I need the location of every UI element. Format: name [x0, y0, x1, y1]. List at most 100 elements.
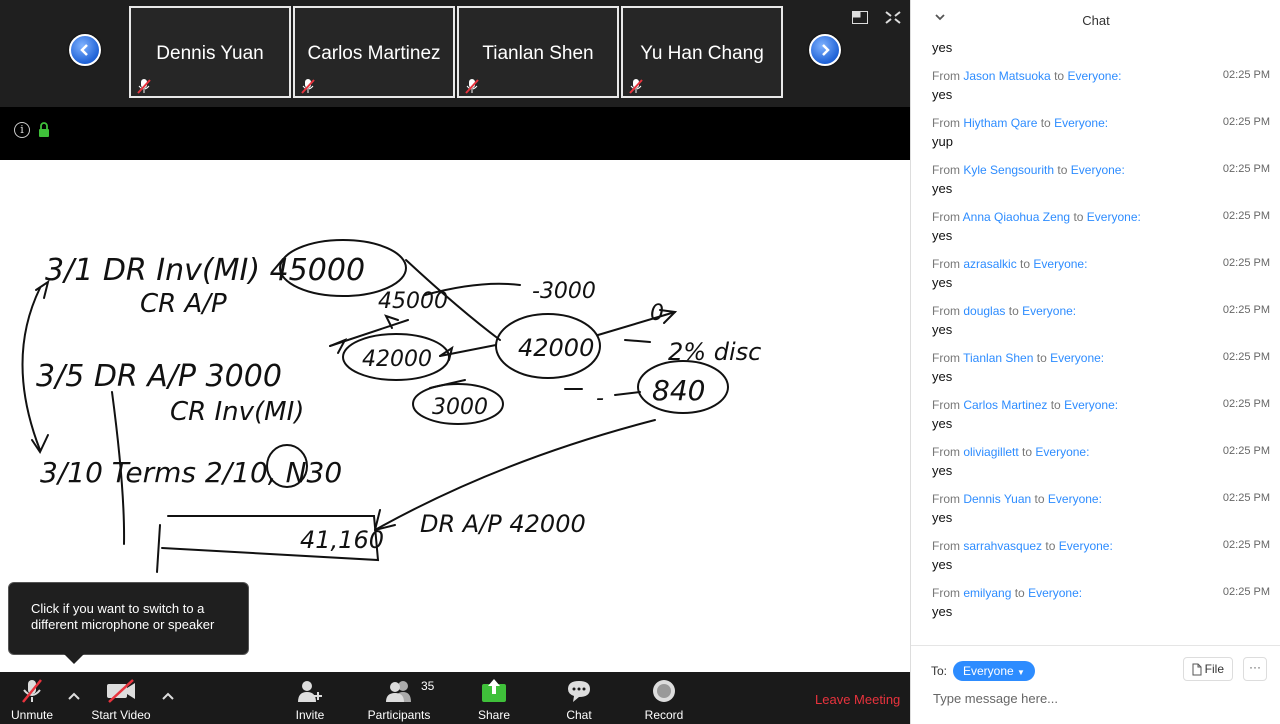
message-time: 02:25 PM — [1222, 539, 1270, 551]
message-header: From Anna Qiaohua Zeng to Everyone: — [932, 210, 1141, 224]
sender-name[interactable]: azrasalkic — [963, 257, 1016, 271]
muted-mic-icon — [629, 79, 643, 94]
message-text: yes — [932, 322, 953, 337]
muted-mic-icon — [22, 679, 42, 703]
message-text: yes — [932, 40, 953, 55]
lock-icon[interactable] — [38, 122, 50, 138]
message-header: From Jason Matsuoka to Everyone: — [932, 69, 1122, 83]
recipient-value: Everyone — [963, 664, 1014, 678]
record-button[interactable]: Record — [636, 672, 692, 724]
recipient-name[interactable]: Everyone: — [1028, 586, 1082, 600]
participants-button[interactable]: 35 Participants — [364, 672, 435, 724]
whiteboard-text: 0 — [650, 301, 664, 326]
message-time: 02:25 PM — [1222, 257, 1270, 269]
chat-message: From Jason Matsuoka to Everyone: 02:25 P… — [911, 66, 1280, 113]
recipient-name[interactable]: Everyone: — [1087, 210, 1141, 224]
whiteboard-text: CR A/P — [140, 289, 227, 319]
recipient-name[interactable]: Everyone: — [1067, 69, 1121, 83]
gallery-view-icon[interactable] — [852, 11, 868, 24]
sender-name[interactable]: emilyang — [963, 586, 1011, 600]
chat-composer: To: Everyone ▼ File ··· — [911, 645, 1280, 724]
sender-name[interactable]: Jason Matsuoka — [963, 69, 1050, 83]
message-time: 02:25 PM — [1222, 492, 1270, 504]
file-icon — [1192, 663, 1202, 676]
recipient-name[interactable]: Everyone: — [1035, 445, 1089, 459]
video-tile[interactable]: Carlos Martinez — [293, 6, 455, 98]
message-header: From douglas to Everyone: — [932, 304, 1077, 318]
message-list: From Jason Matsuoka to Everyone: 02:25 P… — [911, 66, 1280, 630]
recipient-name[interactable]: Everyone: — [1071, 163, 1125, 177]
whiteboard-text: 3/10 Terms 2/10, N30 — [40, 456, 342, 489]
message-text: yes — [932, 369, 953, 384]
video-tile[interactable]: Dennis Yuan — [129, 6, 291, 98]
recipient-name[interactable]: Everyone: — [1033, 257, 1087, 271]
sender-name[interactable]: douglas — [963, 304, 1005, 318]
chat-message: From oliviagillett to Everyone: 02:25 PM… — [911, 442, 1280, 489]
recipient-dropdown[interactable]: Everyone ▼ — [953, 661, 1035, 681]
leave-meeting-button[interactable]: Leave Meeting — [815, 692, 900, 707]
recipient-name[interactable]: Everyone: — [1064, 398, 1118, 412]
recipient-name[interactable]: Everyone: — [1054, 116, 1108, 130]
message-time: 02:25 PM — [1222, 210, 1270, 222]
chat-button[interactable]: Chat — [551, 672, 607, 724]
chat-message-input[interactable] — [925, 686, 1265, 710]
participants-icon — [386, 681, 411, 702]
sender-name[interactable]: Hiytham Qare — [963, 116, 1037, 130]
chat-message: From emilyang to Everyone: 02:25 PM yes — [911, 583, 1280, 630]
whiteboard-text: 42000 — [518, 334, 594, 362]
message-time: 02:25 PM — [1222, 398, 1270, 410]
more-options-button[interactable]: ··· — [1243, 657, 1267, 681]
message-time: 02:25 PM — [1222, 116, 1270, 128]
participants-count: 35 — [421, 679, 435, 693]
previous-page-button[interactable] — [69, 34, 101, 66]
info-icon[interactable]: i — [14, 122, 30, 138]
record-icon — [653, 680, 675, 702]
chat-message: From Carlos Martinez to Everyone: 02:25 … — [911, 395, 1280, 442]
participant-name: Tianlan Shen — [482, 43, 594, 64]
next-page-button[interactable] — [809, 34, 841, 66]
recipient-name[interactable]: Everyone: — [1059, 539, 1113, 553]
sender-name[interactable]: Anna Qiaohua Zeng — [963, 210, 1070, 224]
whiteboard-text: 3000 — [432, 395, 488, 420]
chat-message: From douglas to Everyone: 02:25 PM yes — [911, 301, 1280, 348]
share-screen-icon — [482, 679, 506, 702]
sender-name[interactable]: oliviagillett — [963, 445, 1018, 459]
whiteboard-text: -3000 — [532, 279, 596, 304]
sender-name[interactable]: Kyle Sengsourith — [963, 163, 1054, 177]
message-time: 02:25 PM — [1222, 351, 1270, 363]
meeting-info-bar — [0, 107, 910, 160]
message-header: From sarrahvasquez to Everyone: — [932, 539, 1113, 553]
recipient-name[interactable]: Everyone: — [1050, 351, 1104, 365]
share-button[interactable]: Share — [466, 672, 522, 724]
sender-name[interactable]: Dennis Yuan — [963, 492, 1031, 506]
invite-button[interactable]: Invite — [282, 672, 338, 724]
meeting-area: Dennis Yuan Carlos Martinez Tianlan Shen… — [0, 0, 910, 724]
chat-message: From sarrahvasquez to Everyone: 02:25 PM… — [911, 536, 1280, 583]
chat-message: From Kyle Sengsourith to Everyone: 02:25… — [911, 160, 1280, 207]
video-tile[interactable]: Yu Han Chang — [621, 6, 783, 98]
chat-bubble-icon — [568, 681, 590, 702]
sender-name[interactable]: Tianlan Shen — [963, 351, 1033, 365]
chevron-up-icon[interactable] — [160, 688, 176, 704]
unmute-button[interactable]: Unmute — [4, 672, 60, 724]
file-button[interactable]: File — [1183, 657, 1233, 681]
sender-name[interactable]: sarrahvasquez — [963, 539, 1042, 553]
recipient-name[interactable]: Everyone: — [1022, 304, 1076, 318]
file-label: File — [1204, 662, 1224, 676]
start-video-button[interactable]: Start Video — [86, 672, 156, 724]
caret-down-icon: ▼ — [1017, 668, 1025, 677]
message-header: From Carlos Martinez to Everyone: — [932, 398, 1119, 412]
whiteboard-text: 41,160 — [300, 526, 384, 554]
fullscreen-icon[interactable] — [885, 11, 901, 24]
sender-name[interactable]: Carlos Martinez — [963, 398, 1047, 412]
whiteboard-text: 45000 — [378, 289, 448, 314]
chevron-up-icon[interactable] — [66, 688, 82, 704]
message-time: 02:25 PM — [1222, 445, 1270, 457]
meeting-toolbar: Unmute Start Video Invite 35 Participant… — [0, 672, 910, 724]
message-text: yes — [932, 416, 953, 431]
start-video-label: Start Video — [91, 708, 151, 722]
chevron-right-icon — [822, 44, 830, 56]
message-header: From azrasalkic to Everyone: — [932, 257, 1088, 271]
recipient-name[interactable]: Everyone: — [1048, 492, 1102, 506]
video-tile[interactable]: Tianlan Shen — [457, 6, 619, 98]
